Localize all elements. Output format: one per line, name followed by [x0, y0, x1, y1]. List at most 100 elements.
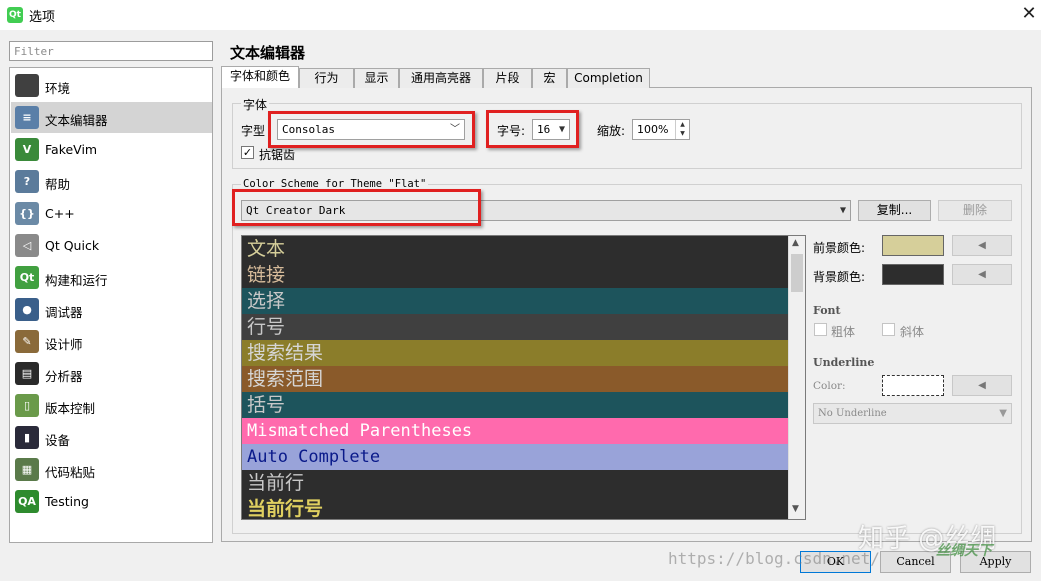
ok-button[interactable]: OK: [800, 551, 871, 573]
text-editor-icon: ≡: [15, 106, 39, 129]
sidebar-item-0[interactable]: 环境: [11, 70, 212, 101]
sidebar-item-label: 设计师: [45, 337, 83, 352]
underline-style-combo[interactable]: No Underline ▼: [813, 403, 1012, 424]
color-scheme-combo[interactable]: Qt Creator Dark ▼: [241, 200, 851, 221]
qt-app-icon: Qt: [7, 7, 23, 23]
title-bar: [0, 0, 1041, 30]
font-heading: Font: [813, 304, 841, 317]
sidebar-item-13[interactable]: QA Testing: [11, 486, 212, 517]
sidebar-item-3[interactable]: ? 帮助: [11, 166, 212, 197]
sidebar-item-label: 构建和运行: [45, 273, 108, 288]
fakevim-icon: V: [15, 138, 39, 161]
tab-display[interactable]: 显示: [354, 68, 399, 88]
foreground-color-swatch[interactable]: [882, 235, 944, 256]
scroll-up-icon[interactable]: ▲: [792, 238, 799, 248]
chevron-down-icon: ﹀: [450, 124, 460, 135]
qtquick-icon: ◁: [15, 234, 39, 257]
preview-row-search-scope[interactable]: 搜索范围: [242, 366, 788, 392]
sidebar-item-9[interactable]: ▤ 分析器: [11, 358, 212, 389]
preview-row-parentheses[interactable]: 括号: [242, 392, 788, 418]
cpp-braces-icon: {}: [15, 202, 39, 225]
format-preview-list: 文本 链接 选择 行号 搜索结果 搜索范围 括号 Mismatched Pare…: [241, 235, 806, 520]
tab-snippets[interactable]: 片段: [483, 68, 532, 88]
scroll-thumb[interactable]: [791, 254, 803, 292]
spin-arrows-icon[interactable]: ▲ ▼: [675, 120, 689, 139]
preview-scrollbar[interactable]: ▲ ▼: [788, 236, 805, 519]
copy-scheme-button[interactable]: 复制...: [858, 200, 931, 221]
reset-background-button[interactable]: ◀: [952, 264, 1012, 285]
background-color-label: 背景颜色:: [813, 270, 866, 284]
monitor-icon: [15, 74, 39, 97]
window-title: 选项: [29, 10, 56, 25]
debugger-icon: ●: [15, 298, 39, 321]
sidebar-item-2[interactable]: V FakeVim: [11, 134, 212, 165]
page-title: 文本编辑器: [230, 44, 306, 62]
sidebar-item-7[interactable]: ● 调试器: [11, 294, 212, 325]
preview-row-search-result[interactable]: 搜索结果: [242, 340, 788, 366]
preview-row-text[interactable]: 文本: [242, 236, 788, 262]
cancel-button[interactable]: Cancel: [880, 551, 951, 573]
preview-row-auto-complete[interactable]: Auto Complete: [242, 444, 788, 470]
antialias-checkbox[interactable]: ✓: [241, 146, 254, 159]
dropdown-arrow-icon: ▼: [839, 205, 846, 216]
sidebar-item-label: 文本编辑器: [45, 113, 108, 128]
preview-row-selection[interactable]: 选择: [242, 288, 788, 314]
sidebar-item-label: 环境: [45, 81, 71, 96]
analyzer-icon: ▤: [15, 362, 39, 385]
tab-generic-highlighter[interactable]: 通用高亮器: [399, 68, 483, 88]
reset-underline-color-button[interactable]: ◀: [952, 375, 1012, 396]
sidebar-item-label: C++: [45, 206, 75, 221]
font-size-combo[interactable]: 16 ▼: [532, 119, 570, 140]
sidebar-item-11[interactable]: ▮ 设备: [11, 422, 212, 453]
build-run-icon: Qt: [15, 266, 39, 289]
tab-macros[interactable]: 宏: [532, 68, 567, 88]
sidebar-item-10[interactable]: ▯ 版本控制: [11, 390, 212, 421]
tab-fonts-colors[interactable]: 字体和颜色: [221, 66, 299, 88]
background-color-swatch[interactable]: [882, 264, 944, 285]
dropdown-arrow-icon: ▼: [558, 124, 565, 135]
underline-color-swatch[interactable]: [882, 375, 944, 396]
sidebar-item-label: 代码粘贴: [45, 465, 96, 480]
help-icon: ?: [15, 170, 39, 193]
designer-icon: ✎: [15, 330, 39, 353]
sidebar-item-label: 设备: [45, 433, 71, 448]
qa-testing-icon: QA: [15, 490, 39, 513]
font-family-value: Consolas: [282, 123, 335, 136]
device-icon: ▮: [15, 426, 39, 449]
apply-button[interactable]: Apply: [960, 551, 1031, 573]
sidebar-item-12[interactable]: ▦ 代码粘贴: [11, 454, 212, 485]
font-family-combo[interactable]: Consolas ﹀: [277, 119, 465, 140]
preview-row-current-line-number[interactable]: 当前行号: [242, 496, 788, 519]
filter-input[interactable]: [9, 41, 213, 61]
sidebar-item-4[interactable]: {} C++: [11, 198, 212, 229]
sidebar-item-6[interactable]: Qt 构建和运行: [11, 262, 212, 293]
sidebar-item-8[interactable]: ✎ 设计师: [11, 326, 212, 357]
delete-scheme-button[interactable]: 删除: [938, 200, 1012, 221]
underline-style-value: No Underline: [818, 408, 887, 419]
preview-row-mismatched-parentheses[interactable]: Mismatched Parentheses: [242, 418, 788, 444]
font-group-title: 字体: [241, 96, 270, 113]
close-window-button[interactable]: ✕: [1018, 3, 1040, 25]
zoom-spinbox[interactable]: 100% ▲ ▼: [632, 119, 690, 140]
zoom-label: 缩放:: [597, 124, 626, 138]
reset-foreground-button[interactable]: ◀: [952, 235, 1012, 256]
preview-row-link[interactable]: 链接: [242, 262, 788, 288]
preview-row-line-number[interactable]: 行号: [242, 314, 788, 340]
sidebar-item-label: Qt Quick: [45, 238, 100, 253]
sidebar-item-1[interactable]: ≡ 文本编辑器: [11, 102, 212, 133]
color-scheme-value: Qt Creator Dark: [246, 204, 346, 217]
bold-checkbox[interactable]: [814, 323, 827, 336]
italic-checkbox[interactable]: [882, 323, 895, 336]
antialias-label: 抗锯齿: [259, 148, 296, 162]
sidebar-item-5[interactable]: ◁ Qt Quick: [11, 230, 212, 261]
tab-behavior[interactable]: 行为: [299, 68, 354, 88]
font-size-value: 16: [537, 123, 551, 136]
dropdown-arrow-icon: ▼: [999, 408, 1007, 419]
foreground-color-label: 前景颜色:: [813, 241, 866, 255]
category-list: 环境 ≡ 文本编辑器 V FakeVim ? 帮助 {} C++ ◁ Qt Quick Qt 构建和运行…: [9, 67, 213, 543]
sidebar-item-label: FakeVim: [45, 142, 98, 157]
preview-row-current-line[interactable]: 当前行: [242, 470, 788, 496]
scroll-down-icon[interactable]: ▼: [792, 504, 799, 514]
sidebar-item-label: Testing: [45, 494, 89, 509]
tab-completion[interactable]: Completion: [567, 68, 650, 88]
